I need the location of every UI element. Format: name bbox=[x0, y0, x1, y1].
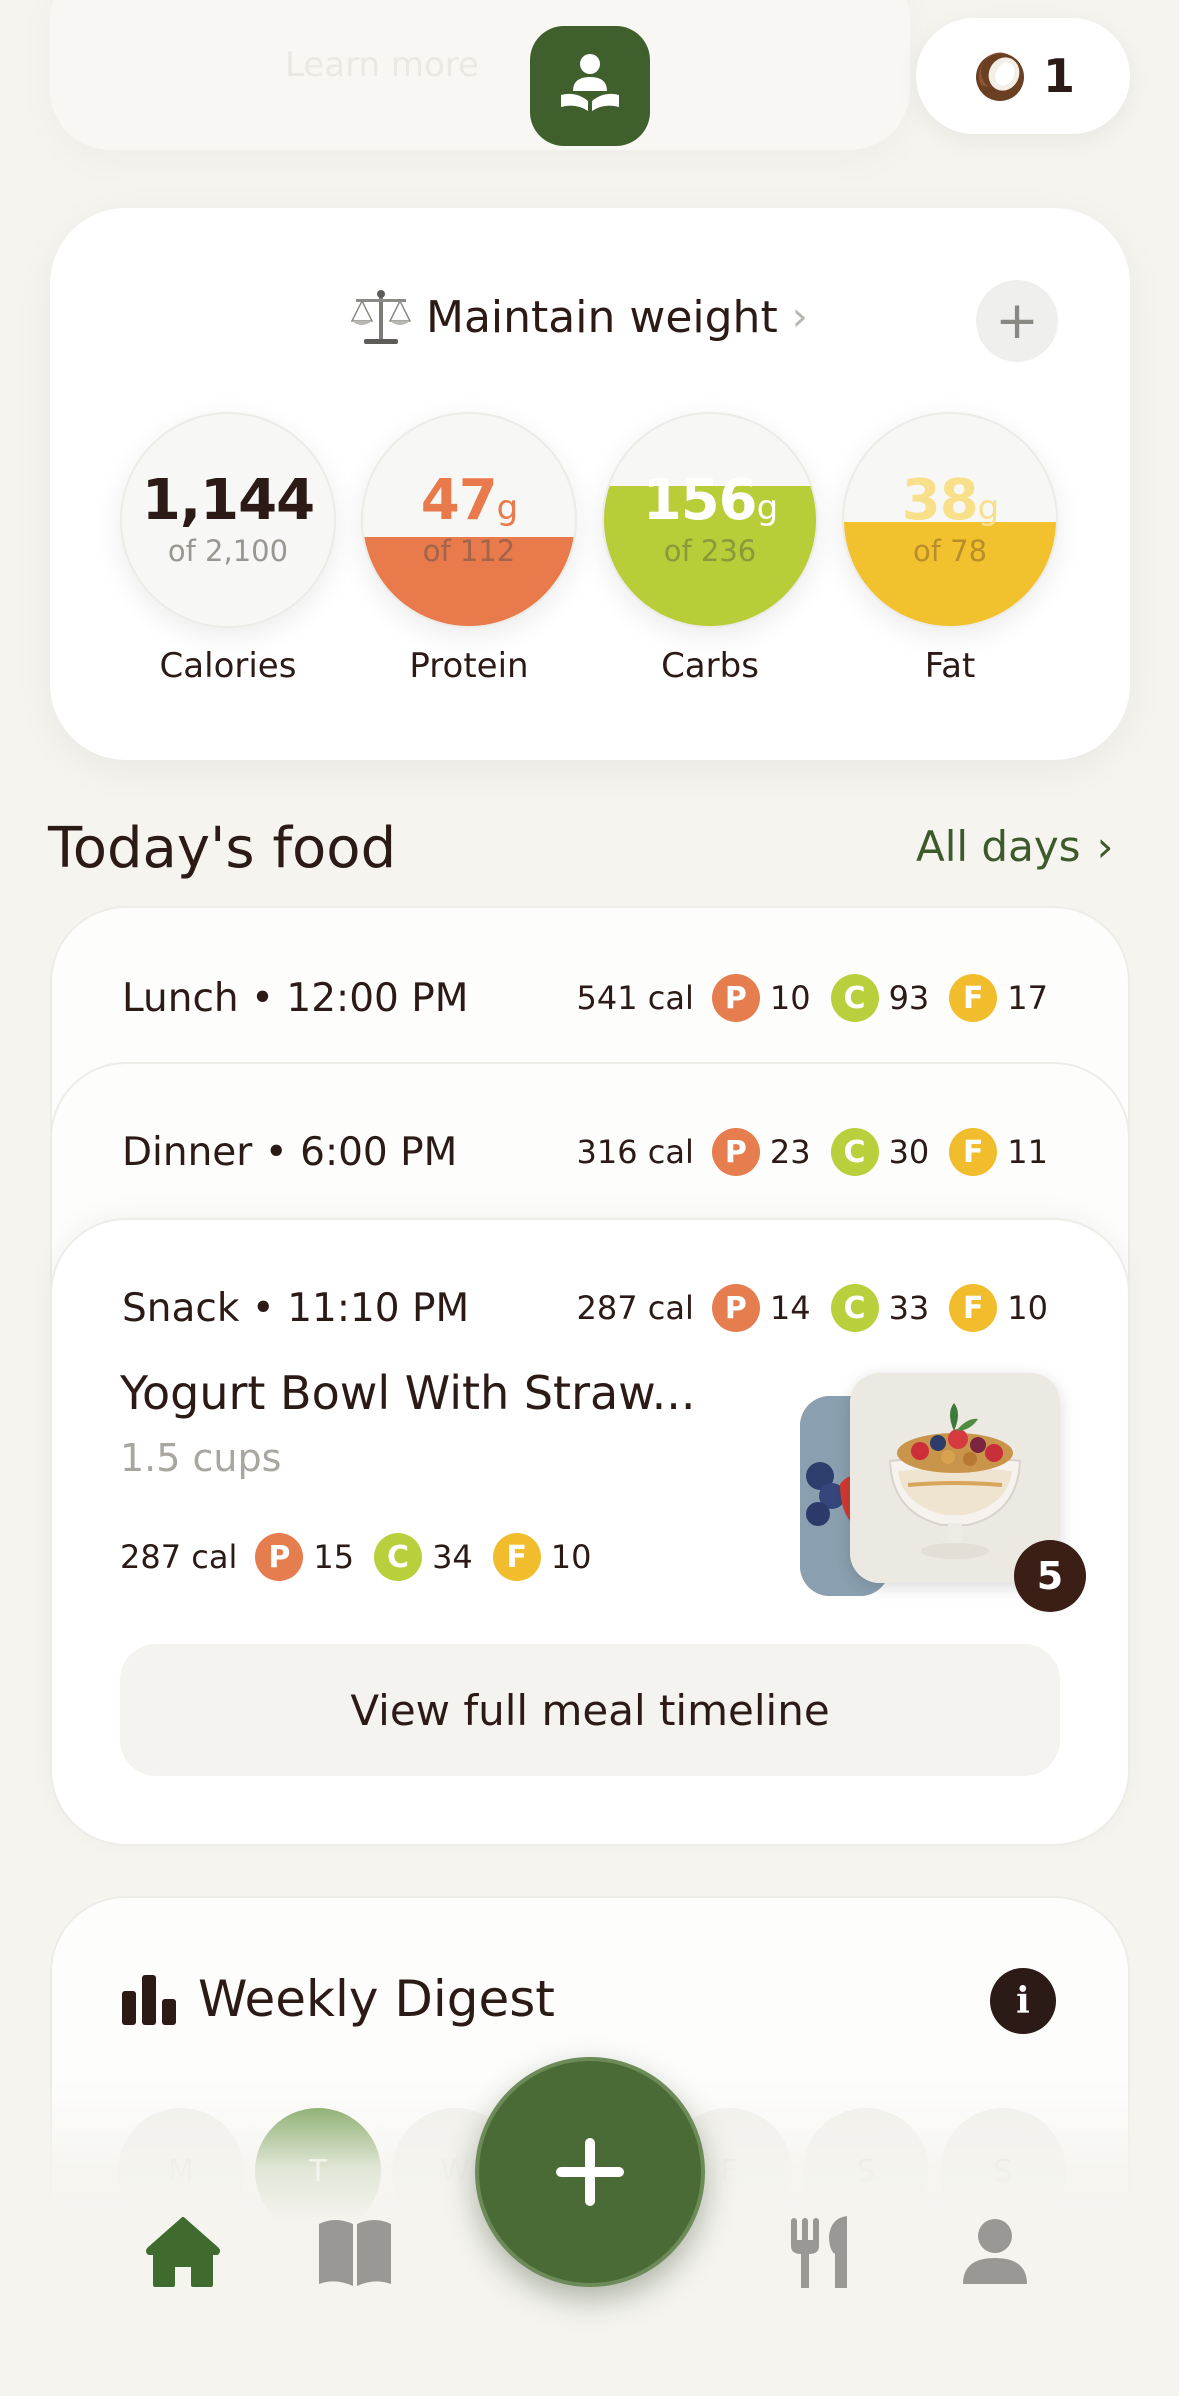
ring-label: Carbs bbox=[661, 646, 759, 686]
meal-header: Dinner • 6:00 PM 316 cal P 23 C 30 F 11 bbox=[122, 1122, 1058, 1182]
fat-badge: F bbox=[949, 1128, 998, 1176]
fat-value: 10 bbox=[1007, 1289, 1048, 1327]
info-button[interactable]: i bbox=[990, 1968, 1056, 2034]
coin-count: 1 bbox=[1042, 49, 1075, 103]
meal-calories: 287 cal bbox=[576, 1289, 694, 1327]
ring-value-unit: g bbox=[756, 488, 779, 528]
ring-target: of 78 bbox=[912, 534, 988, 568]
ring-target: of 236 bbox=[663, 534, 757, 568]
fat-badge: F bbox=[949, 974, 998, 1022]
plus-icon: + bbox=[995, 291, 1039, 351]
bar-chart-icon bbox=[122, 1975, 176, 2025]
add-goal-button[interactable]: + bbox=[976, 280, 1058, 362]
nav-meals[interactable] bbox=[783, 2212, 863, 2292]
weekly-digest-title: Weekly Digest bbox=[198, 1970, 555, 2028]
nav-profile[interactable] bbox=[955, 2212, 1035, 2292]
carbs-badge: C bbox=[830, 1284, 879, 1332]
ring-value: 1,144 bbox=[122, 468, 334, 533]
carbs-badge: C bbox=[374, 1533, 423, 1581]
info-icon: i bbox=[1016, 1980, 1030, 2022]
chevron-right-icon: › bbox=[1096, 822, 1114, 871]
carbs-badge: C bbox=[830, 974, 879, 1022]
protein-badge: P bbox=[255, 1533, 304, 1581]
reading-person-icon bbox=[561, 54, 619, 111]
food-item-quantity: 1.5 cups bbox=[120, 1436, 282, 1480]
carbs-value: 34 bbox=[432, 1538, 473, 1576]
meal-header: Lunch • 12:00 PM 541 cal P 10 C 93 F 17 bbox=[122, 968, 1058, 1028]
home-icon bbox=[146, 2217, 220, 2287]
profile-icon bbox=[963, 2219, 1027, 2284]
plus-icon bbox=[556, 2138, 624, 2206]
tip-card-faded bbox=[50, 0, 910, 150]
macro-ring-fat[interactable]: 38g of 78 bbox=[842, 412, 1058, 628]
meal-name: Snack • 11:10 PM bbox=[122, 1285, 470, 1331]
fat-value: 10 bbox=[550, 1538, 592, 1576]
carbs-value: 30 bbox=[888, 1133, 930, 1171]
app-logo[interactable] bbox=[530, 26, 650, 146]
ring-value-number: 1,144 bbox=[141, 468, 315, 533]
ring-value-unit: g bbox=[977, 488, 1000, 528]
meal-header: Snack • 11:10 PM 287 cal P 14 C 33 F 10 bbox=[122, 1278, 1058, 1338]
chevron-right-icon: › bbox=[791, 294, 808, 340]
todays-food-title: Today's food bbox=[48, 816, 397, 881]
ring-label: Protein bbox=[409, 646, 529, 686]
macro-ring-calories[interactable]: 1,144 of 2,100 bbox=[120, 412, 336, 628]
goal-title: Maintain weight bbox=[426, 291, 778, 343]
goal-selector[interactable]: Maintain weight › bbox=[350, 285, 808, 349]
coin-balance-pill[interactable]: 1 bbox=[916, 18, 1130, 134]
meal-macros: 541 cal P 10 C 93 F 17 bbox=[577, 974, 1059, 1022]
ring-value-number: 38 bbox=[901, 468, 979, 533]
protein-value: 15 bbox=[313, 1538, 355, 1576]
meal-macros: 316 cal P 23 C 30 F 11 bbox=[577, 1128, 1059, 1176]
balance-scale-icon bbox=[350, 290, 412, 344]
all-days-label: All days bbox=[916, 822, 1081, 871]
ring-label: Calories bbox=[159, 646, 297, 686]
protein-badge: P bbox=[711, 974, 760, 1022]
fat-badge: F bbox=[949, 1284, 998, 1332]
macro-ring-carbs[interactable]: 156g of 236 bbox=[602, 412, 818, 628]
ring-value: 38g bbox=[844, 468, 1056, 533]
fat-value: 17 bbox=[1007, 979, 1048, 1017]
food-item-name[interactable]: Yogurt Bowl With Straw... bbox=[120, 1366, 695, 1420]
ring-value: 156g bbox=[604, 468, 816, 533]
nav-learn[interactable] bbox=[315, 2212, 395, 2292]
meal-macros: 287 cal P 14 C 33 F 10 bbox=[577, 1284, 1059, 1332]
macro-ring-protein[interactable]: 47g of 112 bbox=[361, 412, 577, 628]
view-timeline-button[interactable]: View full meal timeline bbox=[120, 1644, 1060, 1776]
all-days-link[interactable]: All days › bbox=[916, 822, 1113, 871]
ring-label: Fat bbox=[924, 646, 976, 686]
fork-knife-icon bbox=[791, 2216, 847, 2288]
protein-value: 23 bbox=[769, 1133, 811, 1171]
coconut-icon bbox=[975, 52, 1024, 101]
meal-calories: 316 cal bbox=[576, 1133, 694, 1171]
protein-badge: P bbox=[711, 1128, 760, 1176]
meal-name: Lunch • 12:00 PM bbox=[122, 975, 469, 1021]
photo-count-badge: 5 bbox=[1014, 1540, 1086, 1612]
book-icon bbox=[319, 2220, 391, 2286]
food-item-macros: 287 cal P 15 C 34 F 10 bbox=[120, 1533, 602, 1581]
carbs-value: 33 bbox=[888, 1289, 930, 1327]
ring-value-number: 47 bbox=[420, 468, 498, 533]
ring-target: of 112 bbox=[422, 534, 516, 568]
food-calories: 287 cal bbox=[120, 1538, 238, 1576]
protein-value: 10 bbox=[769, 979, 811, 1017]
meal-name: Dinner • 6:00 PM bbox=[122, 1129, 458, 1175]
ring-value: 47g bbox=[363, 468, 575, 533]
add-food-button[interactable] bbox=[475, 2057, 705, 2287]
nav-home[interactable] bbox=[143, 2212, 223, 2292]
weekly-digest-header: Weekly Digest bbox=[120, 1970, 555, 2028]
fat-badge: F bbox=[492, 1533, 541, 1581]
carbs-badge: C bbox=[830, 1128, 879, 1176]
ring-value-unit: g bbox=[496, 488, 519, 528]
fat-value: 11 bbox=[1007, 1133, 1048, 1171]
protein-badge: P bbox=[711, 1284, 760, 1332]
meal-calories: 541 cal bbox=[576, 979, 694, 1017]
ring-value-number: 156 bbox=[642, 468, 758, 533]
ring-target: of 2,100 bbox=[167, 534, 289, 568]
carbs-value: 93 bbox=[888, 979, 930, 1017]
tip-card-link[interactable]: Learn more bbox=[285, 45, 479, 85]
protein-value: 14 bbox=[769, 1289, 811, 1327]
